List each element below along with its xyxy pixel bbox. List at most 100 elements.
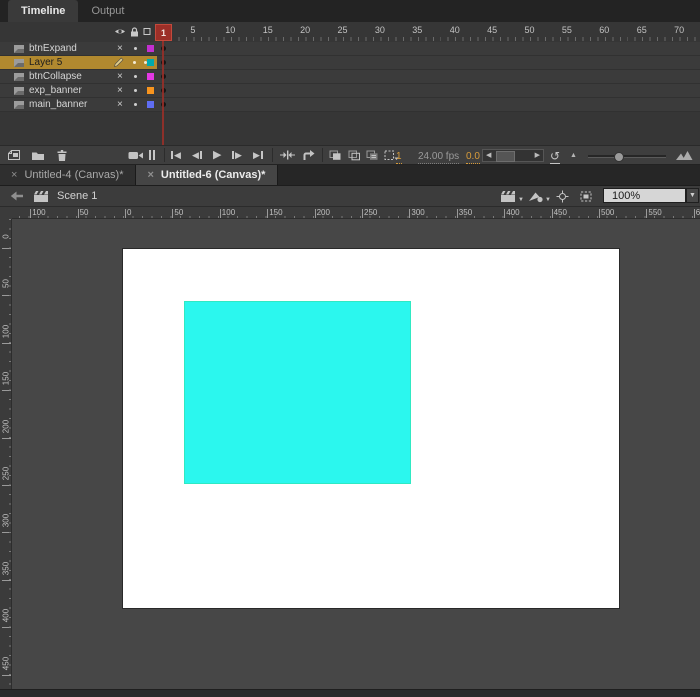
fps-indicator[interactable]: 24.00 fps [418,148,460,166]
hidden-x-mark[interactable]: × [117,42,123,55]
ruler-tick [2,674,11,676]
unlocked-dot[interactable] [134,103,137,106]
edit-scene-button[interactable]: ▼ [500,186,524,206]
stage[interactable] [123,249,619,608]
layer-row-main_banner[interactable]: main_banner × [0,98,700,112]
layer-row-left[interactable]: btnCollapse × [0,70,157,83]
zoom-dropdown-button[interactable]: ▼ [686,188,699,203]
layer-row-btncollapse[interactable]: btnCollapse × [0,70,700,84]
ruler-label: 300 [411,208,425,217]
layer-page-icon [13,58,25,68]
shrink-frame-view-button[interactable]: ▲ [570,146,577,164]
edit-symbols-button[interactable]: ▼ [527,186,551,206]
step-forward-button[interactable]: ▶ [232,146,242,164]
layer-name[interactable]: Layer 5 [29,56,62,69]
frame-number: 25 [337,25,348,35]
layer-outline-swatch[interactable] [147,59,154,66]
frame-number: 65 [636,25,647,35]
layer-name[interactable]: btnExpand [29,42,77,55]
layer-row-left[interactable]: Layer 5 [0,56,157,69]
layer-row-left[interactable]: btnExpand × [0,42,157,55]
layer-row-left[interactable]: main_banner × [0,98,157,111]
loop-playback-button[interactable] [301,146,316,164]
flash-animate-window: Timeline Output 5 10 15 20 25 30 35 40 45 50 55 60 6… [0,0,700,697]
play-button[interactable]: ▶ [213,146,221,164]
hidden-x-mark[interactable]: × [117,98,123,111]
current-frame-indicator[interactable]: 1 [396,148,402,166]
show-parenting-button[interactable] [149,146,155,164]
ruler-label: 450 [1,656,11,670]
resize-frame-view-icon[interactable] [676,146,693,164]
go-to-last-frame-button[interactable]: ▶ [253,146,263,164]
doc-tab-label: Untitled-4 (Canvas)* [24,169,124,181]
unlocked-dot[interactable] [134,89,137,92]
divider [272,148,273,162]
playhead[interactable]: 1 [155,24,172,41]
ruler-label: 250 [364,208,378,217]
new-folder-button[interactable] [31,146,45,164]
center-frame-button[interactable] [280,146,295,164]
ruler-tick [2,485,11,486]
divider [164,148,165,162]
scroll-right-icon[interactable]: ▶ [535,152,540,159]
pencil-edit-icon [113,56,125,68]
frame-size-slider[interactable] [588,152,666,162]
panel-tabstrip: Timeline Output [0,0,700,23]
layer-row-btnexpand[interactable]: btnExpand × [0,42,700,56]
scene-breadcrumb[interactable]: Scene 1 [57,186,97,206]
doc-tab-untitled-4[interactable]: × Untitled-4 (Canvas)* [0,165,137,185]
visible-dot[interactable] [133,61,136,64]
hidden-x-mark[interactable]: × [117,84,123,97]
step-back-button[interactable]: ◀ [192,146,202,164]
timeline-panel: 5 10 15 20 25 30 35 40 45 50 55 60 65 70 1 btnExpand ×… [0,22,700,145]
new-layer-button[interactable] [7,146,21,164]
onion-skin-button[interactable] [329,146,342,164]
doc-tab-untitled-6[interactable]: × Untitled-6 (Canvas)* [136,165,279,185]
center-stage-button[interactable] [556,186,569,206]
ruler-label: 550 [648,208,662,217]
clip-content-button[interactable] [579,186,593,206]
tab-output[interactable]: Output [78,0,137,22]
ruler-label: 350 [458,208,473,217]
zoom-level-input[interactable]: 100% [603,188,686,203]
layer-row-left[interactable]: exp_banner × [0,84,157,97]
ruler-tick [551,209,553,218]
ruler-label: 450 [553,208,567,217]
hidden-x-mark[interactable]: × [117,70,123,83]
layer-name[interactable]: main_banner [29,98,87,111]
layer-outline-swatch[interactable] [147,101,154,108]
layer-outline-swatch[interactable] [147,87,154,94]
ruler-label: 100 [32,208,46,217]
go-to-first-frame-button[interactable]: ◀ [171,146,181,164]
back-arrow-icon[interactable] [10,186,24,206]
ruler-tick [2,248,11,249]
slider-thumb[interactable] [614,152,624,162]
scrollbar-thumb[interactable] [496,151,515,162]
layer-row-layer-5[interactable]: Layer 5 [0,56,700,70]
reset-timeline-zoom-button[interactable]: ↺ [550,148,561,164]
ruler-tick [2,437,11,439]
layer-name[interactable]: btnCollapse [29,70,82,83]
onion-skin-outlines-button[interactable] [348,146,361,164]
tab-timeline[interactable]: Timeline [8,0,79,22]
unlocked-dot[interactable] [134,75,137,78]
ruler-label: 600 [695,208,700,217]
pasteboard[interactable] [12,219,700,697]
close-icon[interactable]: × [11,169,17,181]
unlocked-dot[interactable] [134,47,137,50]
ruler-tick [599,209,600,218]
cyan-rectangle-shape[interactable] [184,301,411,484]
close-icon[interactable]: × [147,169,153,181]
timeline-scrollbar[interactable]: ◀ ▶ [482,149,544,162]
add-camera-button[interactable] [128,146,144,164]
ruler-label: 500 [601,208,615,217]
layer-name[interactable]: exp_banner [29,84,82,97]
ruler-label: 150 [269,208,283,217]
edit-multiple-frames-button[interactable] [366,146,379,164]
ruler-label: 0 [127,208,132,217]
delete-layer-button[interactable] [56,146,68,164]
layer-row-exp_banner[interactable]: exp_banner × [0,84,700,98]
layer-outline-swatch[interactable] [147,45,154,52]
scroll-left-icon[interactable]: ◀ [486,152,491,159]
layer-outline-swatch[interactable] [147,73,154,80]
